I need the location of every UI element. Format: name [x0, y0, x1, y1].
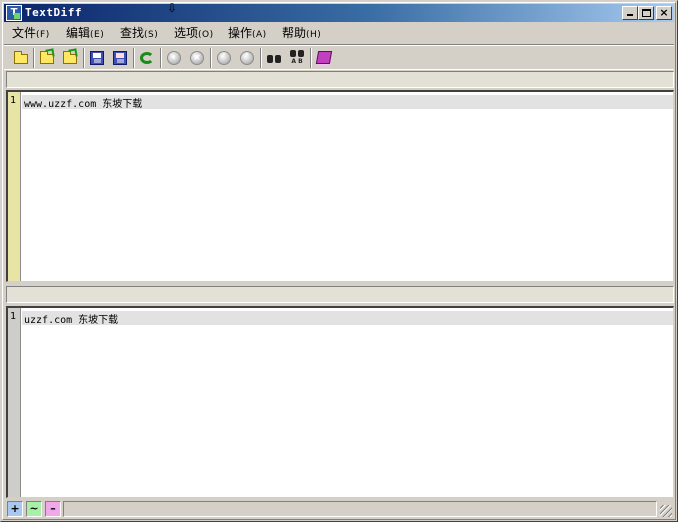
menu-find-accel: (S)	[144, 30, 159, 40]
menu-options[interactable]: 选项(O)	[172, 25, 216, 41]
line-number: 1	[10, 311, 17, 322]
deleted-legend: –	[45, 501, 61, 517]
open-arrow-icon	[45, 48, 55, 58]
find-button[interactable]	[264, 48, 284, 68]
menu-actions[interactable]: 操作(A)	[226, 25, 269, 41]
left-pane-header	[6, 71, 674, 88]
open-arrow-icon	[68, 48, 78, 58]
menu-options-label: 选项	[174, 26, 199, 40]
added-legend: +	[7, 501, 23, 517]
menu-bar: 文件(F) 编辑(E) 查找(S) 选项(O) 操作(A) 帮助(H)	[4, 23, 674, 43]
save-right-button[interactable]	[110, 48, 130, 68]
toolbar-separator	[160, 48, 162, 68]
open-right-button[interactable]	[60, 48, 80, 68]
changed-legend: ~	[26, 501, 42, 517]
line-number: 1	[10, 95, 17, 106]
menu-file[interactable]: 文件(F)	[10, 25, 52, 41]
toolbar-separator	[133, 48, 135, 68]
menu-edit[interactable]: 编辑(E)	[64, 25, 106, 41]
last-diff-button[interactable]: ˄	[237, 48, 257, 68]
menu-help-accel: (H)	[306, 30, 322, 40]
menu-help-label: 帮助	[282, 26, 307, 40]
prev-diff-icon: ‹	[167, 51, 181, 65]
right-line-gutter: 1	[8, 308, 21, 497]
prev-diff-button[interactable]: ‹	[164, 48, 184, 68]
open-left-button[interactable]	[37, 48, 57, 68]
refresh-compare-icon	[140, 52, 154, 64]
menu-options-accel: (O)	[198, 30, 214, 40]
find-icon	[267, 52, 281, 64]
current-line-highlight	[22, 311, 673, 325]
left-line-gutter: 1	[8, 92, 21, 281]
menu-file-accel: (F)	[36, 30, 50, 40]
app-window: T TextDiff × ⇩ 文件(F) 编辑(E) 查找(S) 选项(O) 操…	[0, 0, 678, 522]
close-icon: ×	[659, 6, 669, 19]
minimize-icon	[627, 14, 633, 16]
menu-actions-accel: (A)	[252, 30, 267, 40]
save-left-icon	[90, 51, 104, 65]
title-bar[interactable]: T TextDiff ×	[4, 4, 674, 22]
resize-grip-icon[interactable]	[660, 505, 672, 517]
help-book-icon	[315, 51, 333, 64]
save-right-icon	[113, 51, 127, 65]
maximize-icon	[642, 9, 651, 17]
save-left-button[interactable]	[87, 48, 107, 68]
left-text-editor[interactable]: 1 www.uzzf.com 东坡下载	[6, 90, 674, 282]
menu-find[interactable]: 查找(S)	[118, 25, 160, 41]
status-message	[63, 501, 657, 517]
new-folder-icon	[14, 51, 28, 64]
last-diff-icon: ˄	[240, 51, 254, 65]
new-button[interactable]	[11, 48, 31, 68]
toolbar-separator	[33, 48, 35, 68]
toolbar-separator	[260, 48, 262, 68]
toolbar: ‹ × ˅ ˄ A B	[4, 44, 674, 70]
menu-actions-label: 操作	[228, 26, 253, 40]
find-ab-icon: A B	[290, 50, 304, 66]
find-ab-label: A B	[291, 58, 303, 65]
next-diff-icon: ×	[190, 51, 204, 65]
menu-edit-accel: (E)	[90, 30, 105, 40]
menu-help[interactable]: 帮助(H)	[280, 25, 323, 41]
right-text-editor[interactable]: 1 uzzf.com 东坡下载	[6, 306, 674, 498]
refresh-compare-button[interactable]	[137, 48, 157, 68]
next-diff-button[interactable]: ×	[187, 48, 207, 68]
minimize-button[interactable]	[622, 6, 638, 20]
help-button[interactable]	[314, 48, 334, 68]
mouse-cursor-icon: ⇩	[167, 1, 178, 15]
editor-line-text[interactable]: www.uzzf.com 东坡下载	[24, 95, 142, 110]
menu-file-label: 文件	[12, 26, 37, 40]
menu-find-label: 查找	[120, 26, 145, 40]
first-diff-icon: ˅	[217, 51, 231, 65]
status-bar: + ~ –	[4, 500, 674, 519]
maximize-button[interactable]	[638, 6, 654, 20]
close-button[interactable]: ×	[656, 6, 672, 20]
first-diff-button[interactable]: ˅	[214, 48, 234, 68]
textdiff-app-icon[interactable]: T	[6, 5, 22, 21]
right-pane-header	[6, 286, 674, 303]
editor-line-text[interactable]: uzzf.com 东坡下载	[24, 311, 118, 326]
toolbar-separator	[310, 48, 312, 68]
toolbar-separator	[210, 48, 212, 68]
menu-edit-label: 编辑	[66, 26, 91, 40]
window-title: TextDiff	[25, 6, 82, 19]
toolbar-separator	[83, 48, 85, 68]
find-ab-button[interactable]: A B	[287, 48, 307, 68]
